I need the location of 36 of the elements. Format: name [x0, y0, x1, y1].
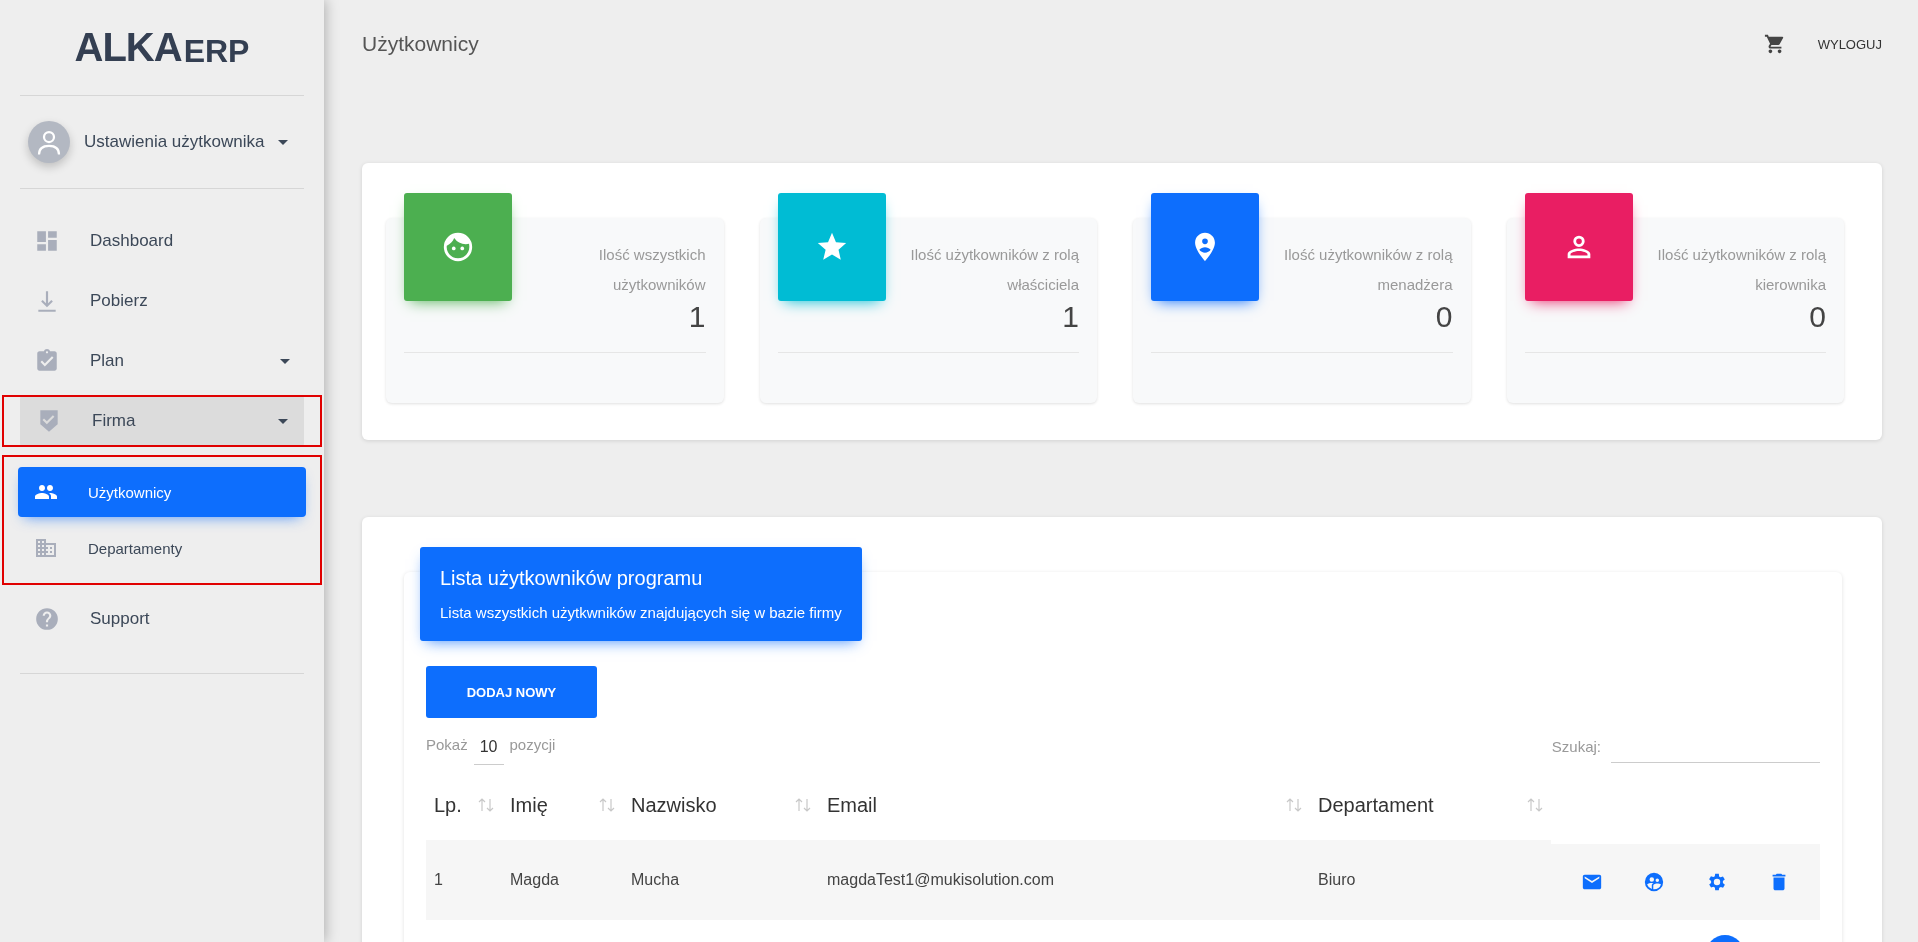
nav-item[interactable]: Plan	[18, 335, 306, 387]
entries-label: pozycji	[509, 736, 556, 753]
table-cell: Magda	[510, 871, 559, 888]
nav-item[interactable]: Dashboard	[18, 215, 306, 267]
stat-value: 0	[1809, 300, 1826, 334]
card-subtitle: Lista wszystkich użytkwników znajdujących się w bazie firmy	[440, 604, 842, 621]
search-label: Szukaj:	[1551, 738, 1601, 755]
show-label: Pokaż	[426, 736, 468, 753]
stat-label: Ilość użytkowników z rolą kierownika	[1656, 245, 1826, 295]
column-header[interactable]: Nazwisko	[631, 793, 717, 817]
table-cell: 1	[434, 871, 443, 888]
card-title: Lista użytkowników programu	[440, 567, 704, 590]
table-cell: magdaTest1@mukisolution.com	[827, 871, 1054, 888]
nav-item[interactable]: Departamenty	[18, 523, 306, 573]
nav-item[interactable]: Support	[18, 593, 306, 645]
page-length-select[interactable]: 10	[473, 736, 504, 765]
stat-value: 0	[1435, 300, 1453, 334]
stat-label: Ilość wszystkich użytkowników	[597, 245, 706, 295]
page-title: Użytkownicy	[362, 32, 480, 56]
add-new-button[interactable]: DODAJ NOWY	[426, 666, 597, 718]
user-settings-menu[interactable]: Ustawienia użytkownika	[84, 132, 265, 152]
table-cell: Mucha	[631, 871, 680, 888]
column-header[interactable]: Departament	[1318, 793, 1434, 817]
stat-value: 1	[1062, 300, 1079, 334]
nav-item[interactable]: Firma	[20, 395, 304, 447]
column-header[interactable]: Imię	[510, 793, 548, 817]
column-header[interactable]: Email	[827, 793, 877, 817]
table-cell: Biuro	[1318, 871, 1356, 888]
nav-item[interactable]: Pobierz	[18, 275, 306, 327]
logout-link[interactable]: WYLOGUJ	[1817, 36, 1882, 52]
logo: ALKAERP	[74, 24, 250, 71]
stat-label: Ilość użytkowników z rolą właściciela	[909, 245, 1079, 295]
stat-label: Ilość użytkowników z rolą menadżera	[1283, 245, 1453, 295]
stat-value: 1	[688, 300, 706, 334]
nav-item[interactable]: Użytkownicy	[18, 467, 306, 517]
column-header[interactable]: Lp.	[434, 793, 462, 817]
